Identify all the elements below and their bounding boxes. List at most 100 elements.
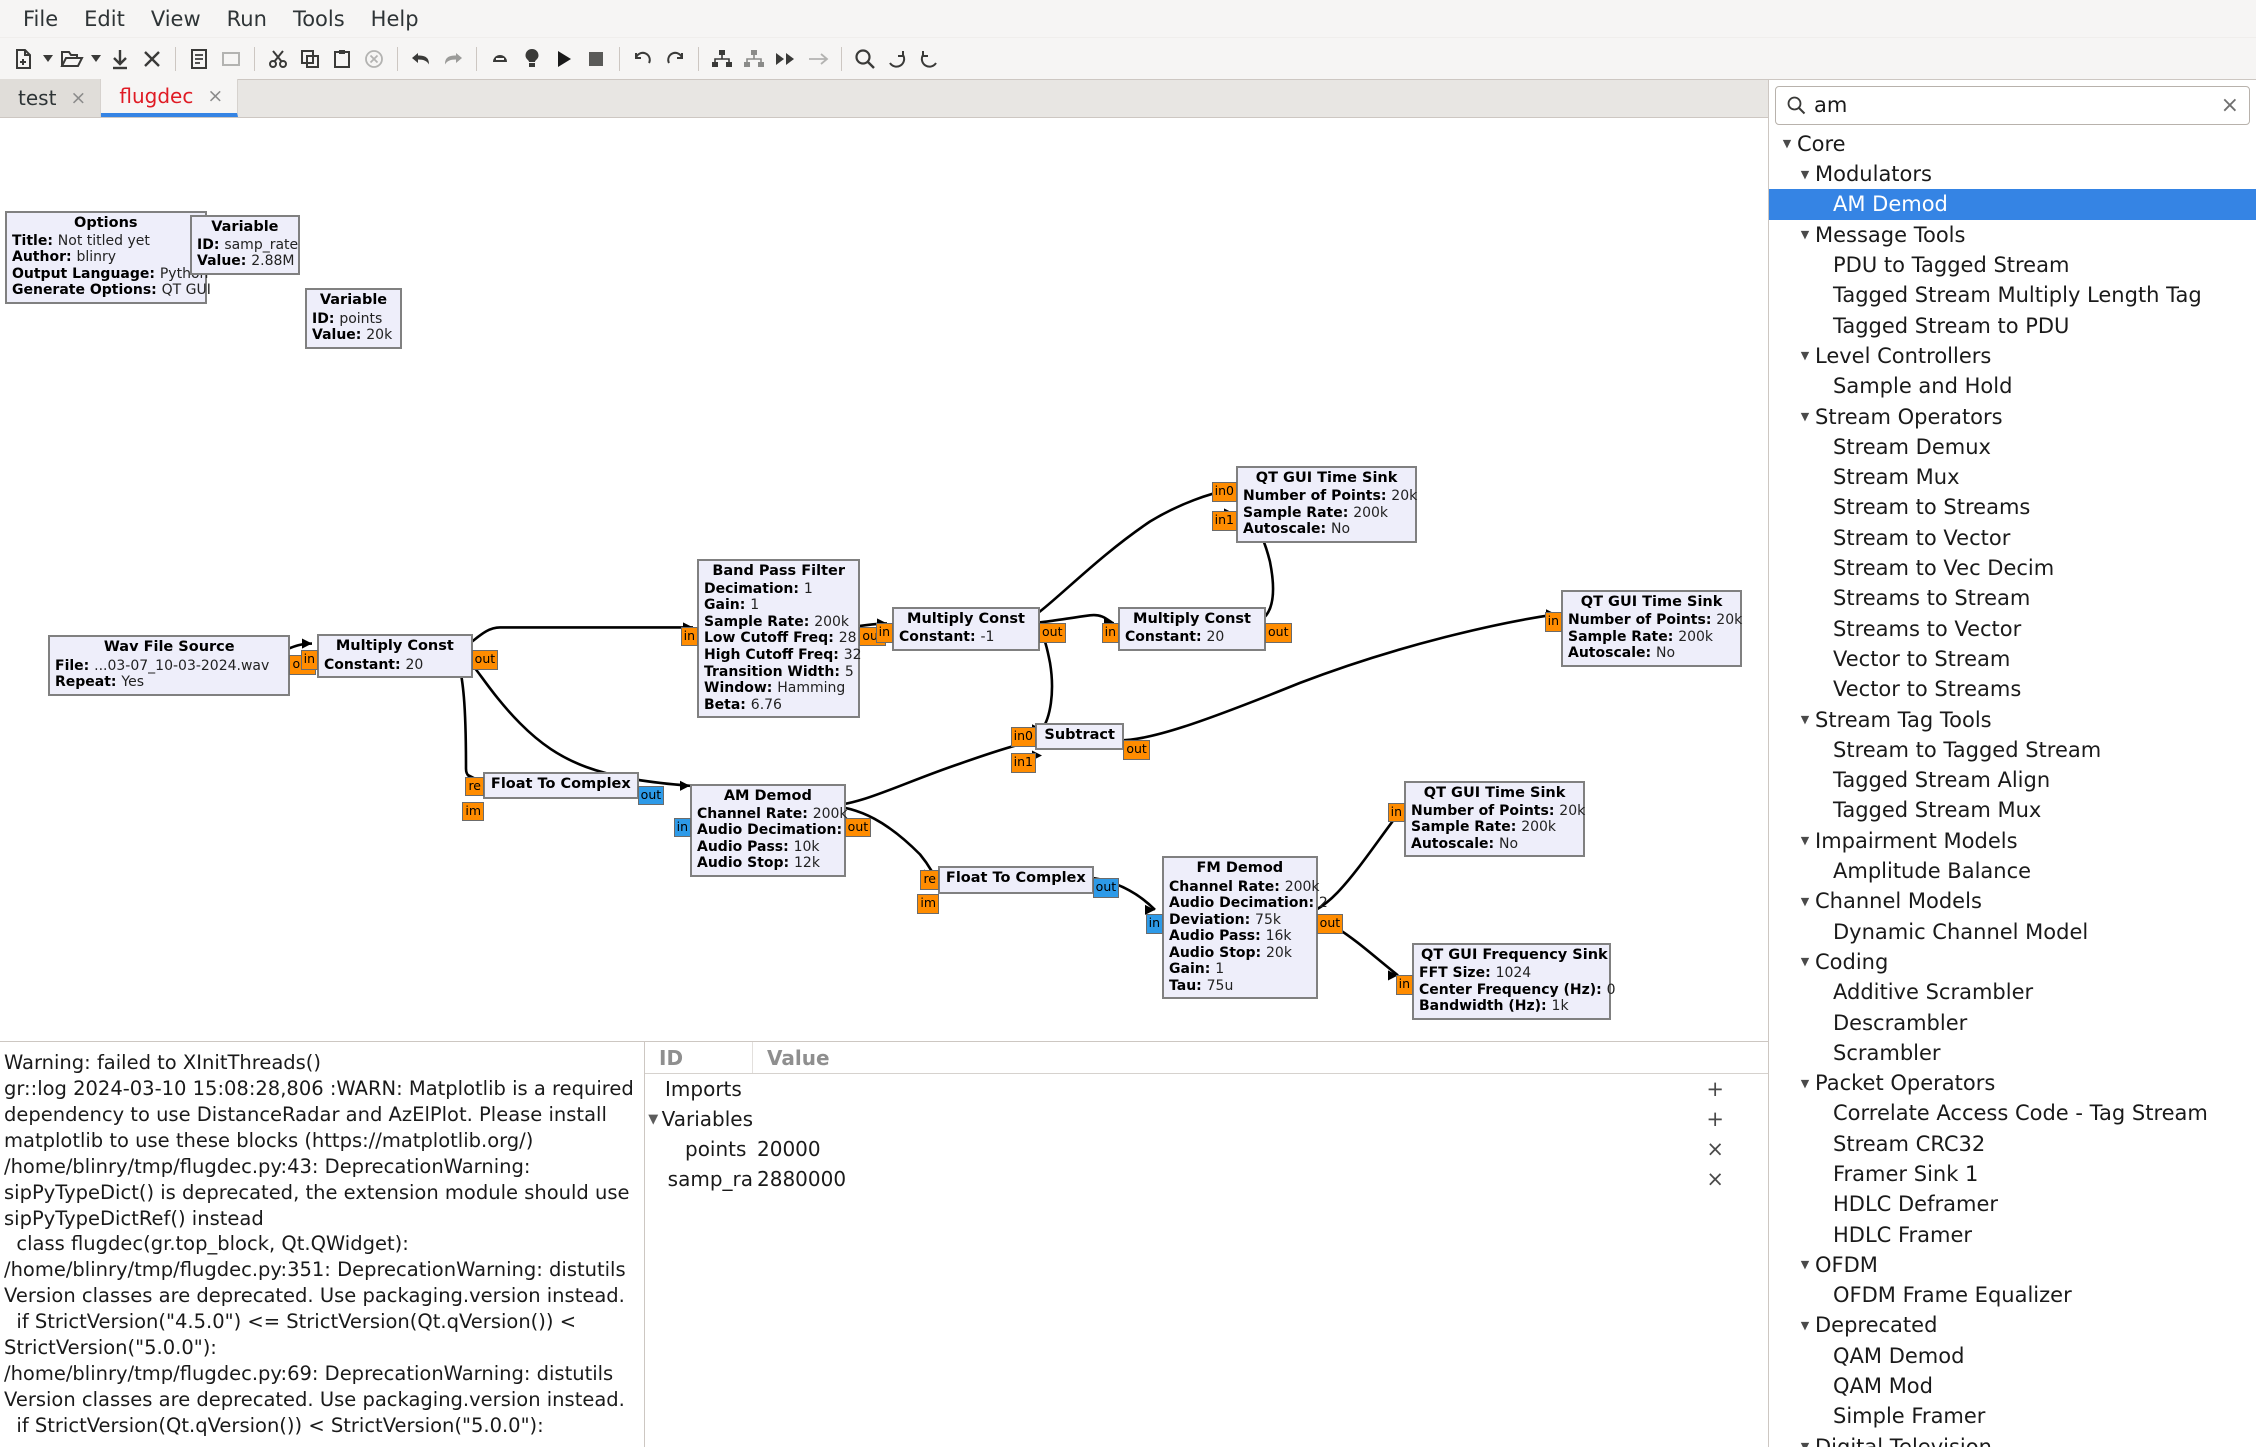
copy-button[interactable] (294, 43, 326, 75)
tree-item-descrambler[interactable]: ▼Descrambler (1769, 1007, 2256, 1037)
tree-item-packet-operators[interactable]: ▼ Packet Operators (1769, 1068, 2256, 1098)
port-in[interactable]: in (300, 650, 318, 670)
port-in[interactable]: in (680, 626, 698, 647)
paste-button[interactable] (326, 43, 358, 75)
port-in0[interactable]: in0 (1211, 482, 1237, 502)
block-body[interactable]: Multiply Const Constant: -1 (892, 607, 1041, 651)
close-flowgraph-button[interactable] (136, 43, 168, 75)
port-out[interactable]: out (1123, 740, 1150, 760)
tree-twisty-icon[interactable]: ▼ (645, 1112, 662, 1127)
port-im[interactable]: im (462, 801, 484, 822)
chevron-down-icon[interactable]: ▼ (1779, 137, 1795, 150)
screen-capture-button[interactable] (215, 43, 247, 75)
block-body[interactable]: Band Pass Filter Decimation: 1 Gain: 1 Samp… (697, 558, 862, 719)
tree-item-scrambler[interactable]: ▼Scrambler (1769, 1038, 2256, 1068)
tree-item-streams-to-vector[interactable]: ▼Streams to Vector (1769, 614, 2256, 644)
variable-value-cell[interactable]: 20000 (753, 1137, 1768, 1161)
tree-item-amplitude-balance[interactable]: ▼Amplitude Balance (1769, 856, 2256, 886)
tree-item-pdu-to-tagged-stream[interactable]: ▼PDU to Tagged Stream (1769, 250, 2256, 280)
tree-item-additive-scrambler[interactable]: ▼Additive Scrambler (1769, 977, 2256, 1007)
tree-item-qam-demod[interactable]: ▼QAM Demod (1769, 1341, 2256, 1371)
port-in[interactable]: in (1544, 612, 1562, 632)
tree-item-digital-television[interactable]: ▼ Digital Television (1769, 1432, 2256, 1447)
port-out[interactable]: out (1265, 623, 1292, 643)
tree-item-stream-tag-tools[interactable]: ▼ Stream Tag Tools (1769, 704, 2256, 734)
port-in1[interactable]: in1 (1211, 511, 1237, 531)
tree-item-stream-to-streams[interactable]: ▼Stream to Streams (1769, 492, 2256, 522)
chevron-down-icon[interactable]: ▼ (1797, 228, 1813, 241)
variable-row[interactable]: samp_ra 2880000 × (645, 1164, 1768, 1194)
save-flowgraph-button[interactable] (104, 43, 136, 75)
block-var-samp-rate[interactable]: Variable ID: samp_rate Value: 2.88M (190, 214, 300, 275)
port-re[interactable]: re (465, 776, 484, 797)
port-out[interactable]: out (1039, 623, 1066, 643)
hierarchy-open-button[interactable] (738, 43, 770, 75)
chevron-down-icon[interactable]: ▼ (1797, 955, 1813, 968)
port-in1[interactable]: in1 (1010, 753, 1036, 773)
tree-item-stream-to-vec-decim[interactable]: ▼Stream to Vec Decim (1769, 553, 2256, 583)
port-out[interactable]: out (844, 817, 872, 838)
print-button[interactable] (183, 43, 215, 75)
port-out[interactable]: out (637, 785, 665, 806)
remove-row-button[interactable]: × (1706, 1137, 1724, 1161)
block-am-demod[interactable]: AM Demod Channel Rate: 200k Audio Decimati… (673, 783, 872, 877)
tree-item-tagged-stream-to-pdu[interactable]: ▼Tagged Stream to PDU (1769, 311, 2256, 341)
block-qt-gui-time-sink-bottom[interactable]: QT GUI Time Sink Number of Points: 20k Sam… (1387, 780, 1585, 858)
block-body[interactable]: FM Demod Channel Rate: 200k Audio Decimati… (1162, 856, 1328, 1000)
chevron-down-icon[interactable]: ▼ (1797, 1258, 1813, 1271)
block-body[interactable]: Multiply Const Constant: 20 (317, 634, 473, 679)
tree-item-framer-sink-1[interactable]: ▼Framer Sink 1 (1769, 1159, 2256, 1189)
block-float-to-complex-2[interactable]: Float To Complex re im out (917, 866, 1120, 914)
tree-item-am-demod[interactable]: ▼AM Demod (1769, 189, 2256, 220)
tree-item-stream-mux[interactable]: ▼Stream Mux (1769, 462, 2256, 492)
block-body[interactable]: Subtract (1035, 723, 1125, 751)
flowgraph-canvas[interactable]: Options Title: Not titled yet Author: blin… (0, 118, 1768, 1041)
tree-item-core[interactable]: ▼ Core (1769, 129, 2256, 159)
tree-item-channel-models[interactable]: ▼ Channel Models (1769, 886, 2256, 916)
variable-row[interactable]: Imports + (645, 1074, 1768, 1104)
menu-edit[interactable]: Edit (71, 3, 138, 35)
rotate-right-button[interactable] (659, 43, 691, 75)
port-in[interactable]: in (1387, 802, 1405, 823)
block-body[interactable]: QT GUI Time Sink Number of Points: 20k Sam… (1236, 466, 1417, 543)
tree-item-message-tools[interactable]: ▼ Message Tools (1769, 220, 2256, 250)
chevron-down-icon[interactable]: ▼ (1797, 349, 1813, 362)
redo-button[interactable] (437, 43, 469, 75)
tree-item-stream-demux[interactable]: ▼Stream Demux (1769, 432, 2256, 462)
block-subtract[interactable]: Subtract in0 in1 out (1010, 723, 1150, 773)
block-fm-demod[interactable]: FM Demod Channel Rate: 200k Audio Decimati… (1145, 856, 1344, 1000)
block-body[interactable]: QT GUI Time Sink Number of Points: 20k Sam… (1404, 780, 1585, 858)
block-qt-gui-frequency-sink[interactable]: QT GUI Frequency Sink FFT Size: 1024 Cente… (1395, 943, 1616, 1020)
tree-item-stream-operators[interactable]: ▼ Stream Operators (1769, 401, 2256, 431)
chevron-down-icon[interactable]: ▼ (1797, 1319, 1813, 1332)
block-body[interactable]: Float To Complex (938, 866, 1094, 894)
flowgraph-canvas-surface[interactable]: Options Title: Not titled yet Author: blin… (0, 118, 1768, 1041)
tab-close-icon[interactable]: × (70, 87, 86, 109)
console-output[interactable]: Warning: failed to XInitThreads() gr::lo… (0, 1042, 645, 1447)
menu-tools[interactable]: Tools (280, 3, 358, 35)
tab-test[interactable]: test × (0, 79, 102, 117)
port-in[interactable]: in (875, 623, 893, 643)
block-var-points[interactable]: Variable ID: points Value: 20k (305, 288, 402, 349)
new-flowgraph-button[interactable] (8, 43, 40, 75)
tree-item-hdlc-framer[interactable]: ▼HDLC Framer (1769, 1219, 2256, 1249)
block-body[interactable]: Multiply Const Constant: 20 (1118, 607, 1267, 651)
column-header-id[interactable]: ID (645, 1042, 753, 1073)
chevron-down-icon[interactable]: ▼ (1797, 168, 1813, 181)
tab-close-icon[interactable]: × (207, 85, 223, 107)
block-body[interactable]: Variable ID: points Value: 20k (305, 288, 402, 349)
clear-search-icon[interactable]: × (2215, 93, 2239, 118)
chevron-down-icon[interactable]: ▼ (1797, 1440, 1813, 1447)
port-in[interactable]: in (1145, 914, 1163, 934)
tree-item-ofdm[interactable]: ▼ OFDM (1769, 1250, 2256, 1280)
port-out[interactable]: out (1092, 878, 1120, 898)
block-multiply-const-1[interactable]: Multiply Const Constant: 20 in out (300, 634, 499, 679)
tree-item-level-controllers[interactable]: ▼ Level Controllers (1769, 341, 2256, 371)
tree-item-stream-to-vector[interactable]: ▼Stream to Vector (1769, 523, 2256, 553)
block-multiply-const-20b[interactable]: Multiply Const Constant: 20 in out (1101, 607, 1292, 651)
tree-item-stream-to-tagged-stream[interactable]: ▼Stream to Tagged Stream (1769, 735, 2256, 765)
block-search-box[interactable]: × (1775, 86, 2250, 125)
port-in[interactable]: in (1395, 975, 1413, 995)
remove-row-button[interactable]: × (1706, 1167, 1724, 1191)
tree-item-vector-to-stream[interactable]: ▼Vector to Stream (1769, 644, 2256, 674)
